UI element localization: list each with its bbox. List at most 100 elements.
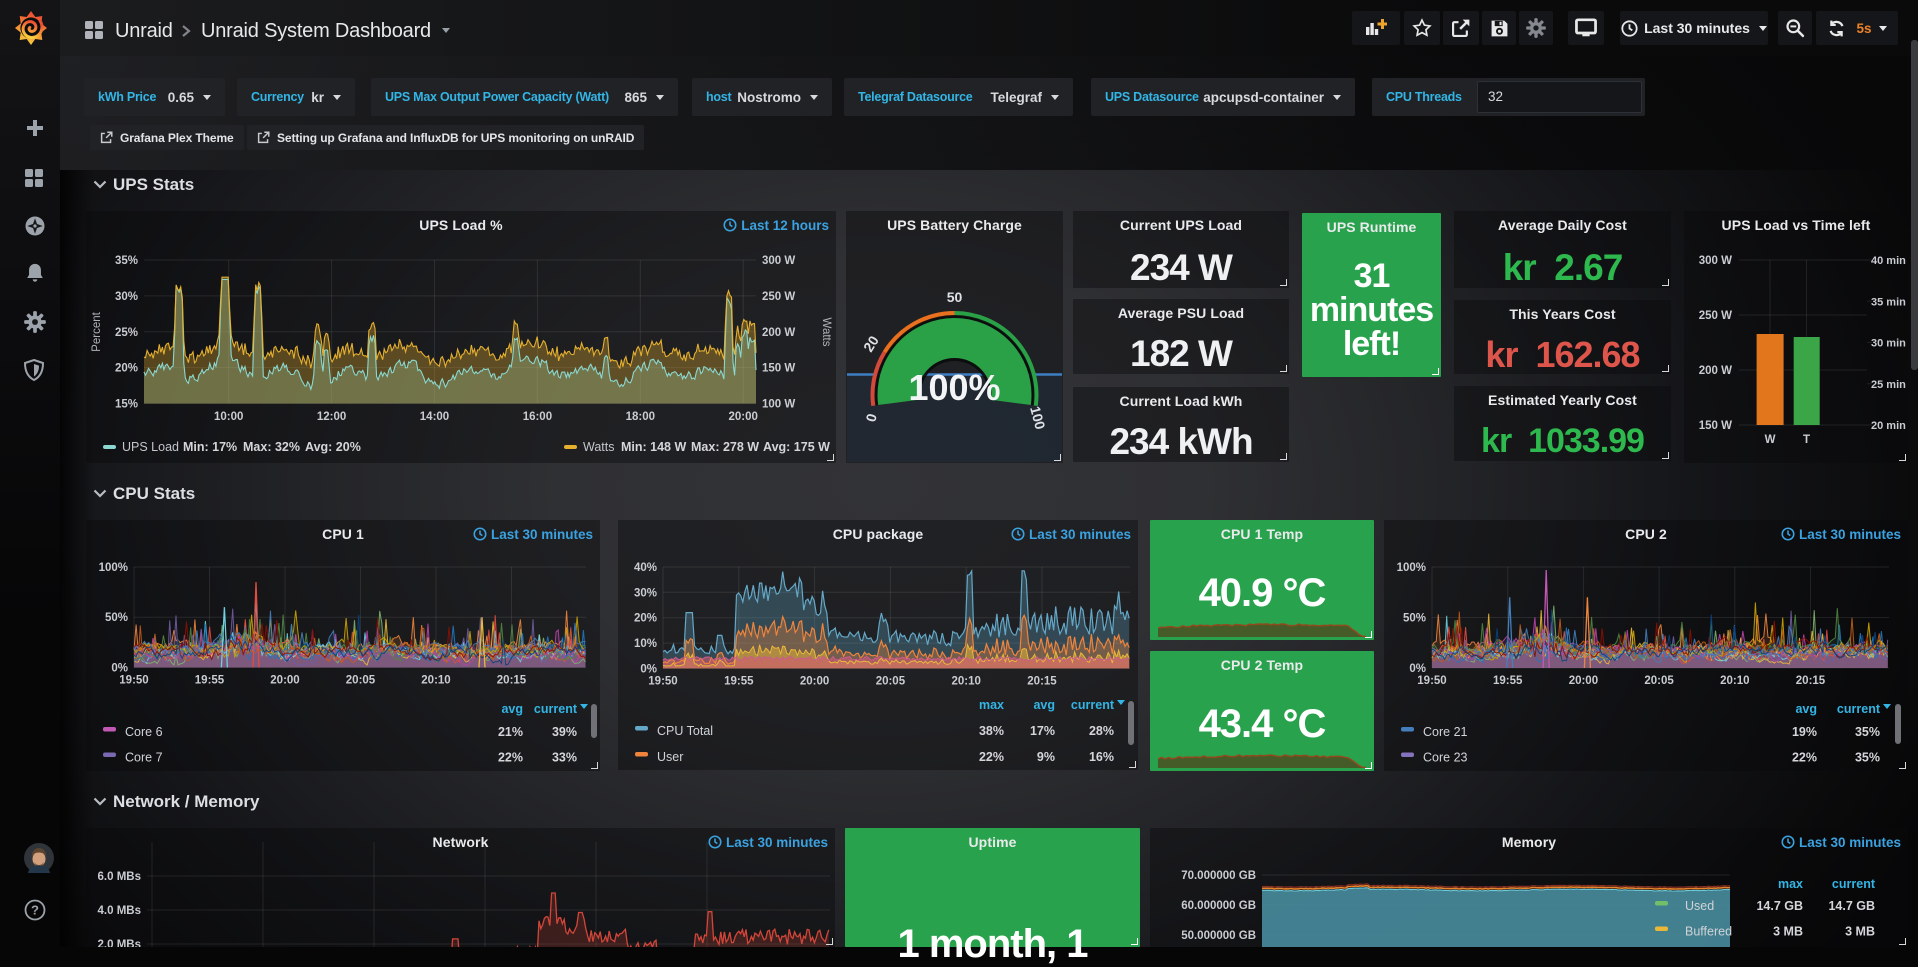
svg-text:0%: 0%	[111, 663, 128, 675]
svg-text:22%: 22%	[1792, 751, 1817, 765]
svg-text:20:15: 20:15	[1796, 675, 1826, 687]
svg-text:21%: 21%	[498, 725, 523, 739]
svg-text:150 W: 150 W	[762, 363, 795, 375]
svg-text:100%: 100%	[99, 562, 128, 574]
svg-text:20%: 20%	[115, 363, 138, 375]
svg-text:200 W: 200 W	[762, 327, 795, 339]
svg-text:4.0 MBs: 4.0 MBs	[98, 905, 141, 917]
svg-text:35%: 35%	[1855, 725, 1880, 739]
svg-text:Percent: Percent	[91, 311, 103, 351]
svg-text:10%: 10%	[634, 638, 657, 650]
svg-text:39%: 39%	[552, 725, 577, 739]
svg-text:19:50: 19:50	[1417, 675, 1446, 687]
svg-text:60.000000 GB: 60.000000 GB	[1181, 900, 1256, 912]
svg-text:25%: 25%	[115, 327, 138, 339]
svg-text:17%: 17%	[1030, 724, 1055, 738]
svg-text:Used: Used	[1685, 899, 1714, 913]
svg-text:20:00: 20:00	[270, 675, 299, 687]
svg-text:14:00: 14:00	[420, 411, 449, 423]
svg-text:Min: 148 W: Min: 148 W	[621, 440, 686, 454]
svg-text:Avg: 20%: Avg: 20%	[305, 440, 361, 454]
svg-text:19:50: 19:50	[119, 675, 148, 687]
svg-text:20:10: 20:10	[1720, 675, 1749, 687]
svg-text:35%: 35%	[115, 255, 138, 267]
svg-text:20:05: 20:05	[1644, 675, 1674, 687]
svg-text:3 MB: 3 MB	[1773, 925, 1803, 939]
svg-text:200 W: 200 W	[1699, 365, 1732, 377]
svg-text:33%: 33%	[552, 751, 577, 765]
svg-text:Core 6: Core 6	[125, 725, 163, 739]
svg-text:Core 23: Core 23	[1423, 751, 1468, 765]
svg-text:max: max	[1778, 877, 1803, 891]
svg-text:max: max	[979, 698, 1004, 712]
svg-text:19:50: 19:50	[648, 675, 677, 687]
svg-text:UPS Load: UPS Load	[122, 440, 179, 454]
svg-text:50%: 50%	[1403, 613, 1426, 625]
svg-text:40 min: 40 min	[1871, 255, 1906, 267]
svg-text:50: 50	[947, 289, 963, 305]
svg-text:20:05: 20:05	[876, 675, 906, 687]
svg-text:20: 20	[860, 333, 882, 355]
svg-text:2.0 MBs: 2.0 MBs	[98, 939, 141, 947]
svg-text:250 W: 250 W	[762, 291, 795, 303]
svg-text:12:00: 12:00	[317, 411, 346, 423]
svg-text:20%: 20%	[634, 613, 657, 625]
svg-text:30 min: 30 min	[1871, 338, 1906, 350]
svg-text:30%: 30%	[634, 587, 657, 599]
svg-text:100 W: 100 W	[762, 399, 795, 411]
svg-text:Buffered: Buffered	[1685, 925, 1732, 939]
svg-text:Avg: 175 W: Avg: 175 W	[763, 440, 830, 454]
svg-text:10:00: 10:00	[214, 411, 243, 423]
svg-text:current: current	[1837, 702, 1881, 716]
svg-text:25 min: 25 min	[1871, 379, 1906, 391]
svg-text:40%: 40%	[634, 562, 657, 574]
svg-text:current: current	[1832, 877, 1876, 891]
svg-text:current: current	[534, 702, 578, 716]
svg-text:CPU Total: CPU Total	[657, 724, 713, 738]
svg-text:current: current	[1071, 698, 1115, 712]
svg-text:?: ?	[31, 903, 39, 918]
svg-text:19:55: 19:55	[195, 675, 225, 687]
svg-text:30%: 30%	[115, 291, 138, 303]
svg-text:W: W	[1765, 434, 1776, 446]
svg-text:100%: 100%	[1397, 562, 1426, 574]
svg-text:16:00: 16:00	[523, 411, 552, 423]
svg-text:6.0 MBs: 6.0 MBs	[98, 871, 141, 883]
svg-text:100%: 100%	[908, 367, 1000, 408]
svg-text:14.7 GB: 14.7 GB	[1828, 899, 1875, 913]
svg-text:20:15: 20:15	[497, 675, 527, 687]
svg-text:20:00: 20:00	[1569, 675, 1598, 687]
svg-text:Min: 17%: Min: 17%	[183, 440, 237, 454]
svg-text:250 W: 250 W	[1699, 310, 1732, 322]
svg-text:Max: 32%: Max: 32%	[243, 440, 300, 454]
svg-text:19:55: 19:55	[724, 675, 754, 687]
svg-text:Max: 278 W: Max: 278 W	[691, 440, 759, 454]
svg-text:150 W: 150 W	[1699, 420, 1732, 432]
svg-text:70.000000 GB: 70.000000 GB	[1181, 870, 1256, 882]
svg-text:9%: 9%	[1037, 750, 1055, 764]
svg-text:0%: 0%	[1409, 663, 1426, 675]
svg-text:35%: 35%	[1855, 751, 1880, 765]
svg-text:300 W: 300 W	[762, 255, 795, 267]
svg-text:avg: avg	[1033, 698, 1055, 712]
svg-text:20:10: 20:10	[421, 675, 450, 687]
svg-text:20:10: 20:10	[951, 675, 980, 687]
svg-text:User: User	[657, 750, 683, 764]
svg-text:Watts: Watts	[583, 440, 614, 454]
svg-text:20:15: 20:15	[1027, 675, 1057, 687]
svg-text:50%: 50%	[105, 612, 128, 624]
svg-text:20 min: 20 min	[1871, 420, 1906, 432]
svg-text:38%: 38%	[979, 724, 1004, 738]
svg-text:50.000000 GB: 50.000000 GB	[1181, 930, 1256, 942]
svg-text:20:05: 20:05	[346, 675, 376, 687]
svg-text:19%: 19%	[1792, 725, 1817, 739]
svg-text:22%: 22%	[498, 751, 523, 765]
svg-text:0%: 0%	[640, 663, 657, 675]
svg-text:14.7 GB: 14.7 GB	[1756, 899, 1803, 913]
svg-text:T: T	[1803, 434, 1810, 446]
svg-text:avg: avg	[501, 702, 523, 716]
svg-text:300 W: 300 W	[1699, 255, 1732, 267]
svg-text:Watts: Watts	[820, 318, 832, 347]
svg-text:20:00: 20:00	[728, 411, 757, 423]
svg-text:16%: 16%	[1089, 750, 1114, 764]
